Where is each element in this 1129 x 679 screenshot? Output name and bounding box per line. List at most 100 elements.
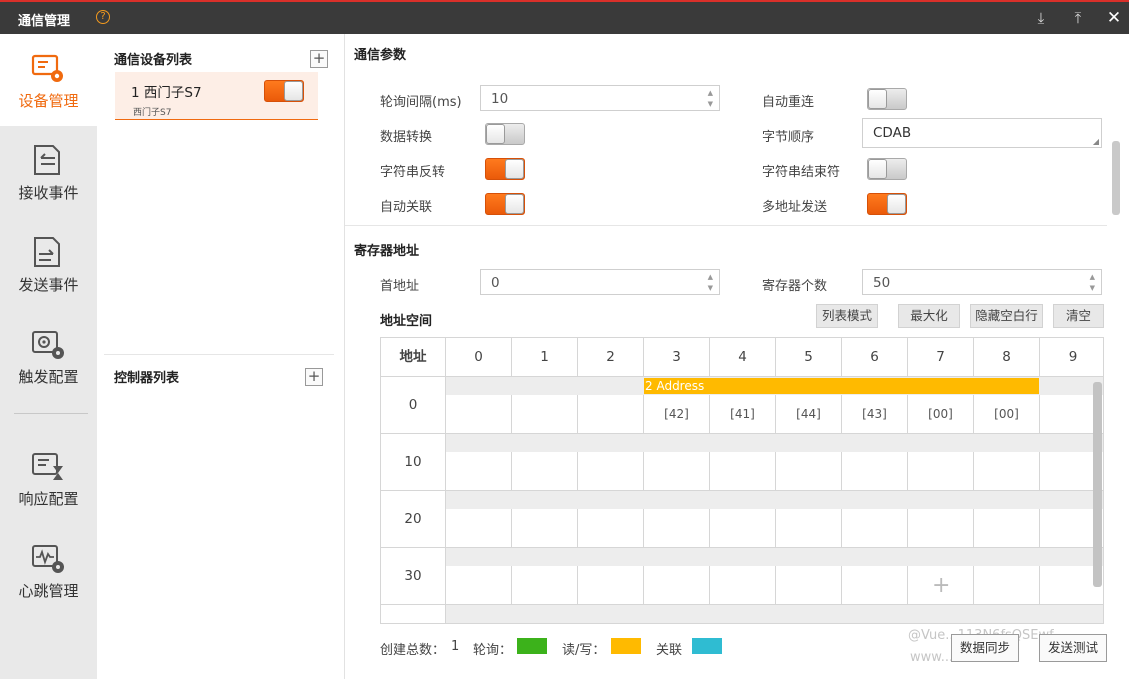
grid-cell[interactable] <box>512 509 578 548</box>
grid-cell[interactable] <box>512 566 578 605</box>
grid-cell[interactable]: [43] <box>842 395 908 434</box>
grid-cell[interactable] <box>578 452 644 491</box>
address-span-bar[interactable]: 2 Address <box>644 378 1039 394</box>
nav-item-heartbeat[interactable]: 心跳管理 <box>0 524 97 616</box>
grid-cell[interactable]: [00] <box>974 395 1040 434</box>
nav-item-response-config[interactable]: 响应配置 <box>0 432 97 524</box>
grid-header-col: 8 <box>974 338 1040 377</box>
auto-link-toggle[interactable] <box>485 193 525 215</box>
auto-reconnect-toggle[interactable] <box>867 88 907 110</box>
clear-button[interactable]: 清空 <box>1053 304 1104 328</box>
grid-cell[interactable]: [00] <box>908 395 974 434</box>
first-address-input[interactable]: 0 ▲ ▼ <box>480 269 720 295</box>
grid-cell[interactable] <box>974 566 1040 605</box>
device-enable-toggle[interactable] <box>264 80 304 102</box>
string-terminator-toggle[interactable] <box>867 158 907 180</box>
grid-cell[interactable] <box>512 452 578 491</box>
grid-cell[interactable] <box>446 395 512 434</box>
grid-cell[interactable] <box>578 509 644 548</box>
spinner-arrows[interactable]: ▲ ▼ <box>708 88 713 110</box>
grid-scrollbar[interactable] <box>1093 382 1102 587</box>
device-type: 西门子S7 <box>133 108 172 118</box>
send-event-icon <box>34 237 60 267</box>
grid-cell[interactable] <box>578 566 644 605</box>
grid-header-address: 地址 <box>381 338 446 377</box>
grid-cell[interactable] <box>776 452 842 491</box>
grid-cell[interactable] <box>710 452 776 491</box>
register-count-input[interactable]: 50 ▲ ▼ <box>862 269 1102 295</box>
grid-cell[interactable] <box>446 566 512 605</box>
grid-cell[interactable] <box>446 452 512 491</box>
list-mode-button[interactable]: 列表模式 <box>816 304 878 328</box>
poll-interval-input[interactable]: 10 ▲ ▼ <box>480 85 720 111</box>
hide-empty-rows-button[interactable]: 隐藏空白行 <box>970 304 1043 328</box>
grid-cell[interactable]: [42] <box>644 395 710 434</box>
data-convert-toggle[interactable] <box>485 123 525 145</box>
toggle-knob <box>868 89 887 109</box>
download-icon[interactable]: ⤓ <box>1030 8 1052 28</box>
maximize-button[interactable]: 最大化 <box>898 304 960 328</box>
grid-cell[interactable] <box>710 509 776 548</box>
grid-cell[interactable] <box>776 566 842 605</box>
help-icon[interactable]: ? <box>96 10 110 24</box>
window-title: 通信管理 <box>18 14 71 29</box>
string-terminator-label: 字符串结束符 <box>762 165 841 180</box>
grid-cell[interactable] <box>644 566 710 605</box>
nav-label: 响应配置 <box>18 490 79 508</box>
grid-cell[interactable]: [44] <box>776 395 842 434</box>
nav-item-receive-event[interactable]: 接收事件 <box>0 126 97 218</box>
send-test-button[interactable]: 发送测试 <box>1039 634 1107 662</box>
grid-cell[interactable] <box>446 509 512 548</box>
close-icon[interactable]: ✕ <box>1103 8 1125 28</box>
data-sync-button[interactable]: 数据同步 <box>951 634 1019 662</box>
add-controller-button[interactable]: + <box>305 368 323 386</box>
grid-cell[interactable] <box>908 509 974 548</box>
byte-order-field[interactable]: CDAB ◢ <box>862 118 1102 148</box>
grid-cell[interactable] <box>842 452 908 491</box>
grid-cell[interactable] <box>908 452 974 491</box>
row-strip <box>446 434 1103 452</box>
grid-header-col: 6 <box>842 338 908 377</box>
grid-header-col: 1 <box>512 338 578 377</box>
address-space-title: 地址空间 <box>380 314 433 329</box>
main-scrollbar[interactable] <box>1112 141 1120 215</box>
trigger-config-icon <box>32 331 64 359</box>
grid-header-col: 9 <box>1040 338 1103 377</box>
device-item[interactable]: 1 西门子S7 西门子S7 <box>115 72 318 120</box>
add-device-button[interactable]: + <box>310 50 328 68</box>
device-name: 1 西门子S7 <box>131 85 202 101</box>
toggle-knob <box>284 81 303 101</box>
grid-cell[interactable]: [41] <box>710 395 776 434</box>
spinner-arrows[interactable]: ▲ ▼ <box>708 272 713 294</box>
panel-divider <box>104 354 334 355</box>
multi-address-toggle[interactable] <box>867 193 907 215</box>
grid-cell[interactable] <box>842 566 908 605</box>
upload-icon[interactable]: ⤒ <box>1067 8 1089 28</box>
grid-cell[interactable] <box>512 395 578 434</box>
byte-order-value: CDAB <box>873 125 912 141</box>
spinner-arrows[interactable]: ▲ ▼ <box>1090 272 1095 294</box>
string-reverse-toggle[interactable] <box>485 158 525 180</box>
nav-label: 接收事件 <box>18 184 79 202</box>
grid-cell[interactable] <box>578 395 644 434</box>
grid-cell[interactable] <box>710 566 776 605</box>
grid-cell[interactable] <box>974 452 1040 491</box>
nav-label: 心跳管理 <box>18 582 79 600</box>
total-count-label: 创建总数： <box>380 643 446 658</box>
nav-item-trigger-config[interactable]: 触发配置 <box>0 310 97 402</box>
nav-item-device-management[interactable]: 设备管理 <box>0 34 97 126</box>
grid-cell[interactable] <box>776 509 842 548</box>
controller-list-title: 控制器列表 <box>114 371 180 386</box>
link-legend-label: 关联 <box>656 643 683 658</box>
toggle-knob <box>486 124 505 144</box>
grid-cell[interactable] <box>644 509 710 548</box>
grid-row-label: 0 <box>381 377 446 434</box>
add-cell-icon[interactable]: + <box>932 573 950 598</box>
nav-label: 设备管理 <box>18 92 79 110</box>
grid-cell[interactable] <box>842 509 908 548</box>
nav-item-send-event[interactable]: 发送事件 <box>0 218 97 310</box>
heartbeat-icon <box>32 545 64 573</box>
grid-cell[interactable] <box>644 452 710 491</box>
device-list-title: 通信设备列表 <box>114 53 193 68</box>
grid-cell[interactable] <box>974 509 1040 548</box>
